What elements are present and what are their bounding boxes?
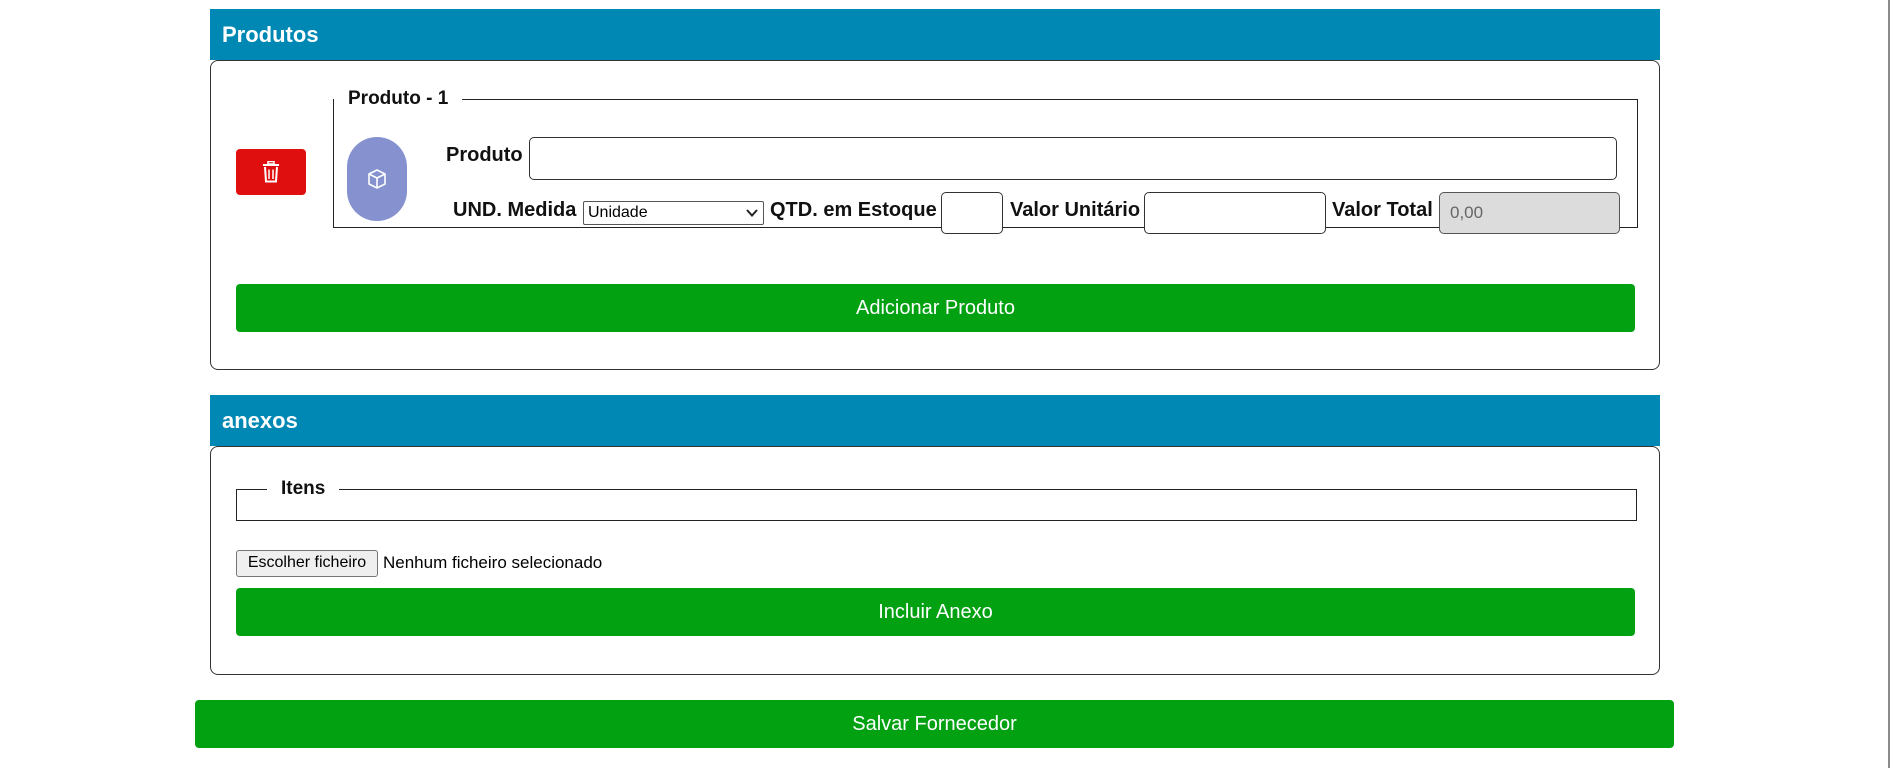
und-medida-select[interactable]: Unidade: [583, 201, 764, 225]
qtd-estoque-label: QTD. em Estoque: [770, 199, 937, 221]
und-medida-selected: Unidade: [588, 204, 648, 221]
und-medida-label: UND. Medida: [453, 199, 577, 221]
trash-icon: [263, 161, 279, 183]
valor-unitario-label: Valor Unitário: [1010, 199, 1141, 221]
produtos-panel: Produto - 1 Produto UND. Medida Unidade …: [210, 60, 1660, 370]
valor-unitario-input[interactable]: [1144, 192, 1326, 234]
itens-fieldset: Itens: [236, 478, 1637, 521]
anexos-panel: Itens Escolher ficheiro Nenhum ficheiro …: [210, 446, 1660, 675]
product-search-button[interactable]: [347, 137, 407, 221]
include-attachment-button[interactable]: Incluir Anexo: [236, 588, 1635, 636]
page: Produtos Produto - 1 Produto UND. Medida…: [0, 0, 1890, 768]
delete-product-button[interactable]: [236, 149, 306, 195]
qtd-estoque-input[interactable]: [941, 192, 1003, 234]
itens-fieldset-legend: Itens: [281, 478, 326, 499]
anexos-section-title: anexos: [222, 408, 298, 433]
valor-total-label: Valor Total: [1332, 199, 1433, 221]
produto-label: Produto: [446, 144, 523, 166]
produtos-section-title: Produtos: [222, 22, 319, 47]
produtos-section-header: Produtos: [210, 9, 1660, 60]
chevron-down-icon: [745, 206, 759, 220]
product-fieldset-legend: Produto - 1: [348, 88, 449, 109]
anexos-section-header: anexos: [210, 395, 1660, 446]
choose-file-button[interactable]: Escolher ficheiro: [236, 550, 378, 577]
valor-total-input: [1439, 192, 1620, 234]
save-supplier-button[interactable]: Salvar Fornecedor: [195, 700, 1674, 748]
box-icon: [368, 169, 386, 189]
add-product-button[interactable]: Adicionar Produto: [236, 284, 1635, 332]
produto-input[interactable]: [529, 137, 1617, 180]
file-status-text: Nenhum ficheiro selecionado: [383, 553, 603, 572]
